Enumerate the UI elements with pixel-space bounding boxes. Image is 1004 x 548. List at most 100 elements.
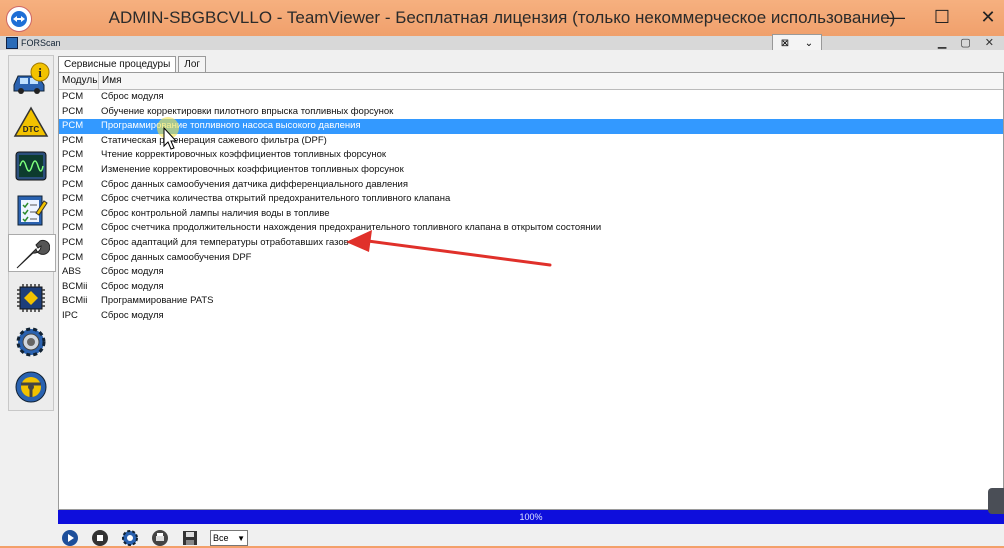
row-module: PCM [62,91,84,102]
teamviewer-side-widget[interactable] [988,488,1004,514]
table-row[interactable]: IPC Сброс модуля [59,309,1003,324]
row-module: PCM [62,193,84,205]
row-name: Сброс контрольной лампы наличия воды в т… [101,207,330,219]
sidebar-modules[interactable] [11,279,51,317]
row-name: Сброс модуля [101,266,164,278]
progress-bar: 100% [58,510,1004,524]
settings-icon [122,530,138,546]
row-name: Сброс данных самообучения DPF [101,251,252,263]
row-module: PCM [62,251,84,263]
stop-button[interactable] [90,528,110,548]
table-row[interactable]: PCM Сброс контрольной лампы наличия воды … [59,207,1003,222]
oscilloscope-icon [15,151,47,181]
remote-app-label: FORScan [6,37,61,49]
forscan-app: i DTC Сервисные процедуры Лог Модуль Имя… [0,50,1004,546]
steering-wheel-icon [15,371,47,403]
table-row[interactable]: PCM Сброс данных самообучения датчика диф… [59,178,1003,193]
config-button[interactable] [120,528,140,548]
sidebar-service[interactable] [8,234,56,272]
tab-service-procedures[interactable]: Сервисные процедуры [58,56,177,73]
window-title: ADMIN-SBGBCVLLO - TeamViewer - Бесплатна… [108,8,896,27]
progress-label: 100% [519,512,543,522]
row-name: Обучение корректировки пилотного впрыска… [101,105,394,117]
row-name: Сброс данных самообучения датчика диффер… [101,178,408,190]
row-module: PCM [62,163,84,175]
table-row[interactable]: PCM Статическая регенерация сажевого филь… [59,134,1003,149]
close-button[interactable]: ✕ [978,8,998,26]
table-row[interactable]: PCM Сброс адаптаций для температуры отраб… [59,236,1003,251]
row-module: IPC [62,309,78,321]
table-row[interactable]: PCM Сброс счетчика продолжительности нахо… [59,221,1003,236]
app-minimize-icon[interactable]: ▁ [938,36,946,49]
maximize-button[interactable]: ☐ [932,8,952,26]
remote-desktop-strip [0,36,1004,51]
bottom-toolbar: Все ▼ [60,528,248,548]
table-row[interactable]: PCM Изменение корректировочных коэффициен… [59,163,1003,178]
table-row[interactable]: PCM Сброс модуля [59,90,1003,105]
row-name: Сброс модуля [101,91,164,102]
sidebar: i DTC [8,55,56,411]
row-module: PCM [62,178,84,190]
row-module: BCMii [62,280,88,292]
row-module: PCM [62,105,84,117]
row-module: ABS [62,266,82,278]
tv-toolbar-collapse-icon[interactable]: ⌄ [805,38,813,49]
table-row[interactable]: PCM Чтение корректировочных коэффициентов… [59,148,1003,163]
table-row-selected[interactable]: PCM Программирование топливного насоса вы… [59,119,1003,134]
minimize-button[interactable]: — [886,8,906,26]
chevron-down-icon: ▼ [237,533,245,543]
sidebar-checklist[interactable] [11,191,51,229]
filter-select[interactable]: Все ▼ [210,530,248,546]
row-name: Чтение корректировочных коэффициентов то… [101,149,387,161]
row-module: PCM [62,120,84,132]
table-row[interactable]: BCMii Программирование PATS [59,294,1003,309]
column-header-module[interactable]: Модуль [59,73,99,89]
app-maximize-icon[interactable]: ▢ [960,36,970,49]
remote-app-name: FORScan [21,38,61,48]
forscan-app-icon [6,37,18,49]
table-body: PCM Сброс модуля PCM Обучение корректировк… [59,90,1003,324]
row-module: PCM [62,134,84,146]
wrench-icon [16,239,50,269]
sidebar-vehicle-info[interactable]: i [11,59,51,97]
sidebar-help[interactable] [11,368,51,406]
row-module: PCM [62,222,84,234]
row-name: Программирование PATS [101,295,214,307]
sidebar-oscilloscope[interactable] [11,147,51,185]
table-row[interactable]: PCM Обучение корректировки пилотного впры… [59,105,1003,120]
table-header: Модуль Имя [59,73,1003,90]
row-name: Программирование топливного насоса высок… [101,120,361,132]
teamviewer-title-bar: ADMIN-SBGBCVLLO - TeamViewer - Бесплатна… [0,0,1004,36]
row-module: BCMii [62,295,88,307]
row-name: Статическая регенерация сажевого фильтра… [101,134,327,146]
print-icon [152,530,168,546]
row-module: PCM [62,149,84,161]
table-row[interactable]: ABS Сброс модуля [59,265,1003,280]
print-button[interactable] [150,528,170,548]
row-module: PCM [62,207,84,219]
table-row[interactable]: PCM Сброс данных самообучения DPF [59,251,1003,266]
svg-text:i: i [38,65,42,80]
filter-select-value: Все [213,533,229,543]
chip-icon [17,284,45,312]
dtc-icon: DTC [13,106,49,137]
checklist-icon [17,195,48,226]
tab-log[interactable]: Лог [178,56,207,73]
sidebar-settings[interactable] [11,323,51,361]
start-button[interactable] [60,528,80,548]
column-header-name[interactable]: Имя [99,73,1003,89]
row-name: Сброс счетчика количества открытий предо… [101,193,451,205]
app-close-icon[interactable]: ✕ [985,36,994,49]
row-name: Сброс модуля [101,280,164,292]
play-icon [62,530,78,546]
svg-text:DTC: DTC [23,125,40,134]
row-name: Сброс счетчика продолжительности нахожде… [101,222,602,234]
save-button[interactable] [180,528,200,548]
service-procedures-table: Модуль Имя PCM Сброс модуля PCM Обучение к… [58,72,1004,510]
row-name: Сброс модуля [101,309,164,321]
sidebar-dtc[interactable]: DTC [11,103,51,141]
gear-icon [16,327,46,357]
tv-toolbar-close-icon[interactable]: ⊠ [781,38,789,49]
table-row[interactable]: PCM Сброс счетчика количества открытий пр… [59,192,1003,207]
table-row[interactable]: BCMii Сброс модуля [59,280,1003,295]
